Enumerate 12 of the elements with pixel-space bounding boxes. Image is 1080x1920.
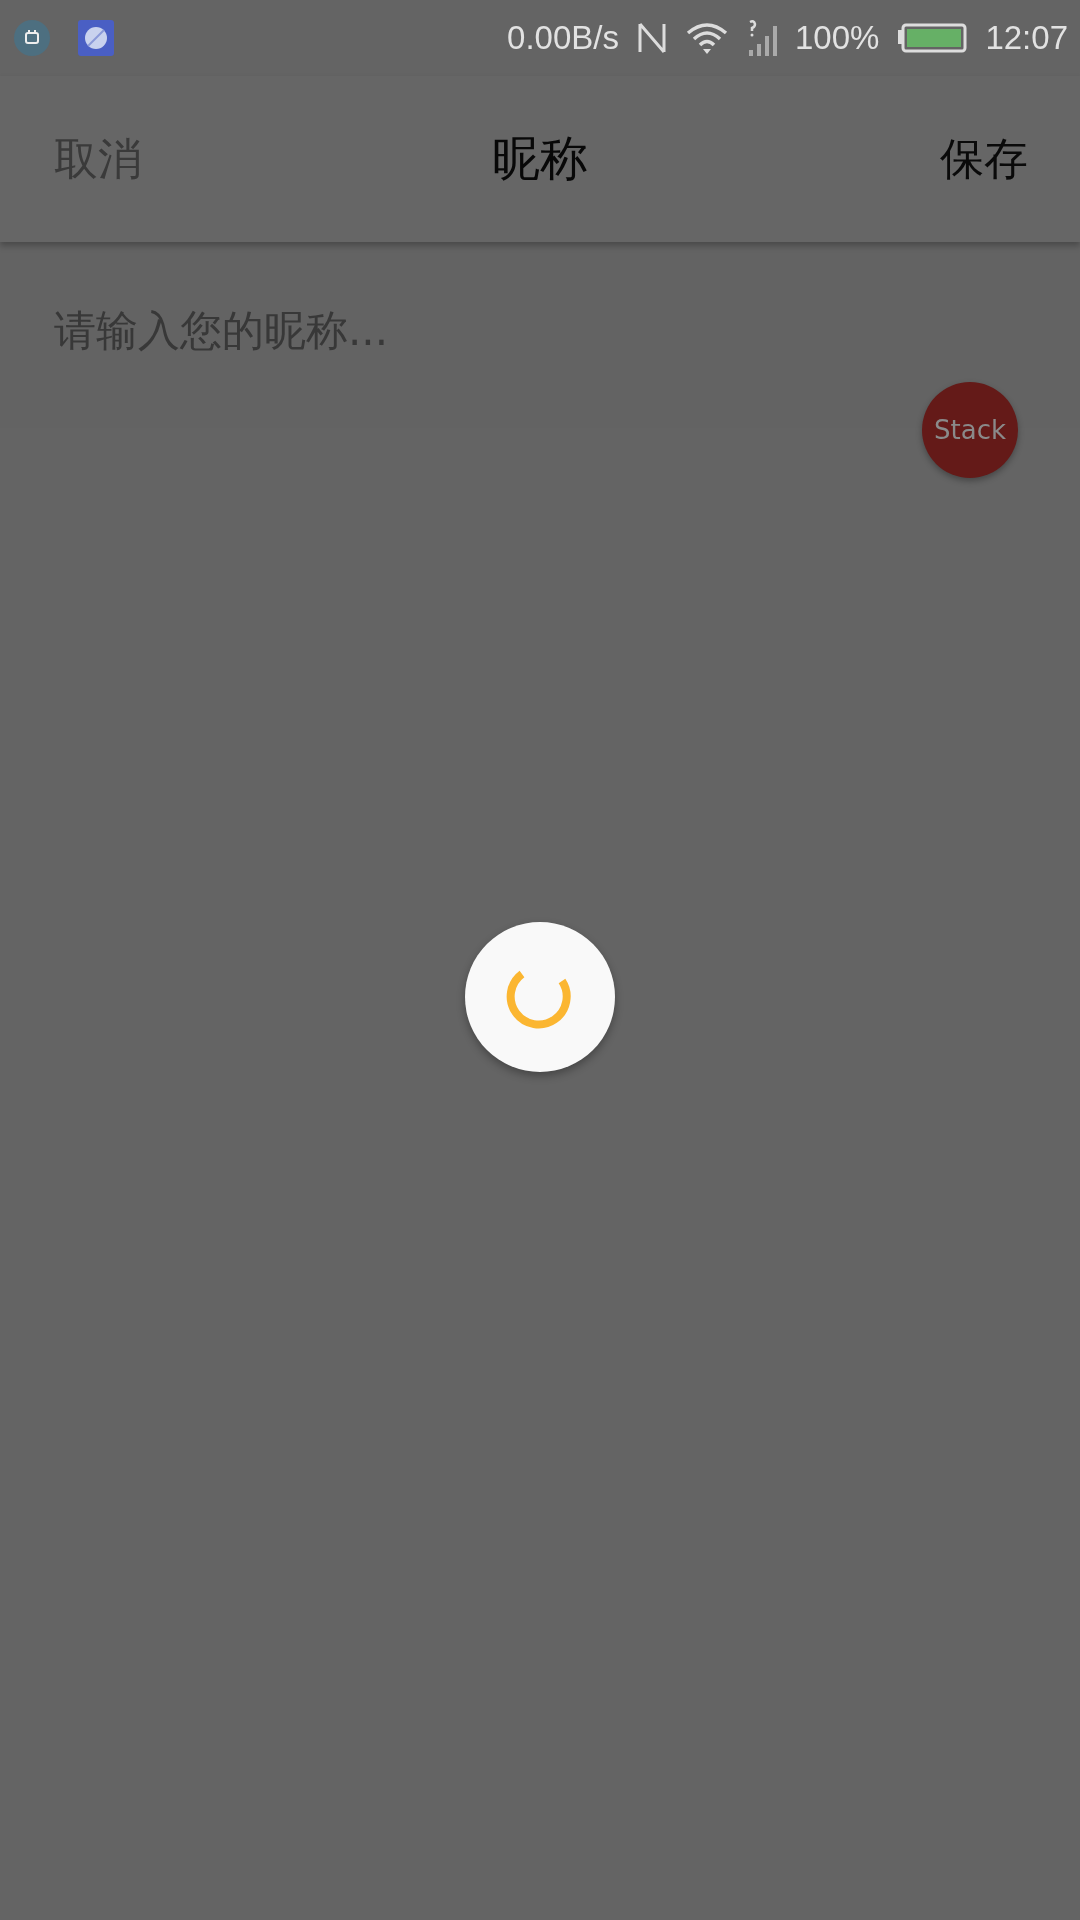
app-icon <box>78 20 114 56</box>
stack-button[interactable]: Stack <box>922 382 1018 478</box>
network-speed: 0.00B/s <box>507 19 619 57</box>
nfc-icon <box>637 21 667 55</box>
clock: 12:07 <box>985 19 1068 57</box>
android-icon <box>14 20 50 56</box>
battery-icon <box>897 23 968 53</box>
signal-icon <box>747 20 777 56</box>
battery-percent: 100% <box>795 19 880 57</box>
wifi-icon <box>685 21 729 55</box>
save-button[interactable]: 保存 <box>940 129 1028 189</box>
page-title: 昵称 <box>492 129 588 188</box>
